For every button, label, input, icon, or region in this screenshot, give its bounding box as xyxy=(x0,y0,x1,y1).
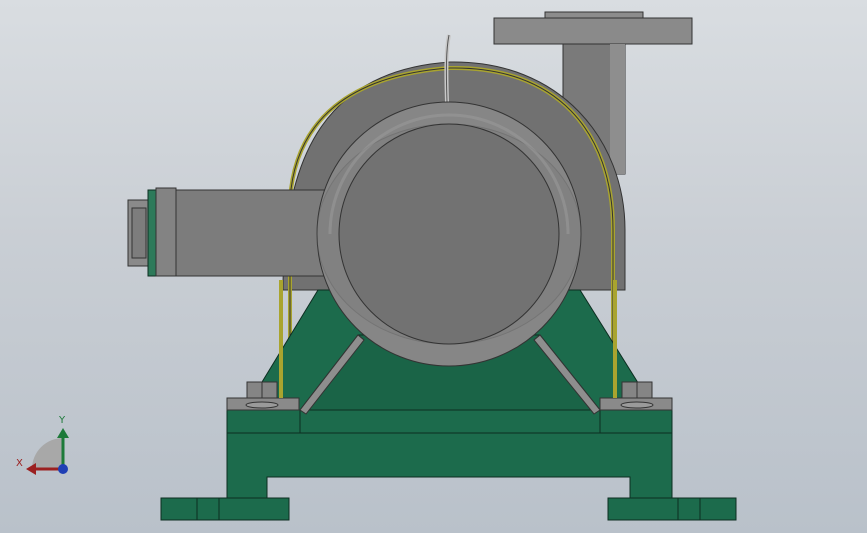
graphics-viewport[interactable]: X Y xyxy=(0,0,867,533)
pump-model[interactable] xyxy=(0,0,867,533)
suction-nozzle[interactable] xyxy=(127,187,327,277)
z-axis-dot xyxy=(58,464,68,474)
axis-y-label: Y xyxy=(59,415,66,426)
orientation-triad xyxy=(26,428,69,475)
axis-x-label: X xyxy=(16,458,23,469)
pump-cover[interactable] xyxy=(316,101,582,367)
